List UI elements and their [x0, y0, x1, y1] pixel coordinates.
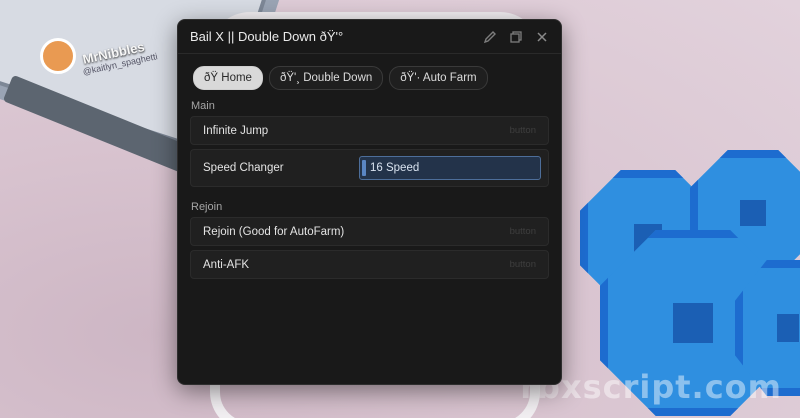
anti-afk-label: Anti-AFK	[203, 258, 250, 271]
speed-value: 16 Speed	[370, 162, 420, 174]
close-icon[interactable]	[535, 30, 549, 44]
title-bar[interactable]: Bail X || Double Down ðŸ'°	[178, 20, 561, 54]
infinite-jump-label: Infinite Jump	[203, 124, 269, 137]
button-hint: button	[509, 226, 536, 237]
window-controls	[483, 30, 549, 44]
copy-icon[interactable]	[509, 30, 523, 44]
avatar	[40, 38, 76, 74]
button-hint: button	[509, 125, 536, 136]
infinite-jump-button[interactable]: Infinite Jump button	[190, 116, 549, 145]
rejoin-button[interactable]: Rejoin (Good for AutoFarm) button	[190, 217, 549, 246]
window-title: Bail X || Double Down ðŸ'°	[190, 29, 344, 44]
tab-home[interactable]: ðŸ Home	[193, 66, 263, 90]
speed-changer-label: Speed Changer	[203, 162, 284, 174]
section-label-rejoin: Rejoin	[191, 201, 223, 213]
input-caret	[362, 160, 366, 176]
script-window: Bail X || Double Down ðŸ'° ðŸ Home ðŸ'¸ …	[177, 19, 562, 385]
edit-icon[interactable]	[483, 30, 497, 44]
player-card: MrNibbles @kaitlyn_spaghetti	[40, 38, 158, 76]
speed-input[interactable]: 16 Speed	[359, 156, 541, 180]
speed-changer-row: Speed Changer 16 Speed	[190, 149, 549, 187]
tab-auto-farm[interactable]: ðŸ'· Auto Farm	[389, 66, 488, 90]
tab-double-down[interactable]: ðŸ'¸ Double Down	[268, 66, 384, 90]
button-hint: button	[509, 259, 536, 270]
tab-bar: ðŸ Home ðŸ'¸ Double Down ðŸ'· Auto Farm	[178, 54, 561, 90]
anti-afk-button[interactable]: Anti-AFK button	[190, 250, 549, 279]
rejoin-label: Rejoin (Good for AutoFarm)	[203, 225, 345, 238]
section-label-main: Main	[191, 100, 215, 112]
